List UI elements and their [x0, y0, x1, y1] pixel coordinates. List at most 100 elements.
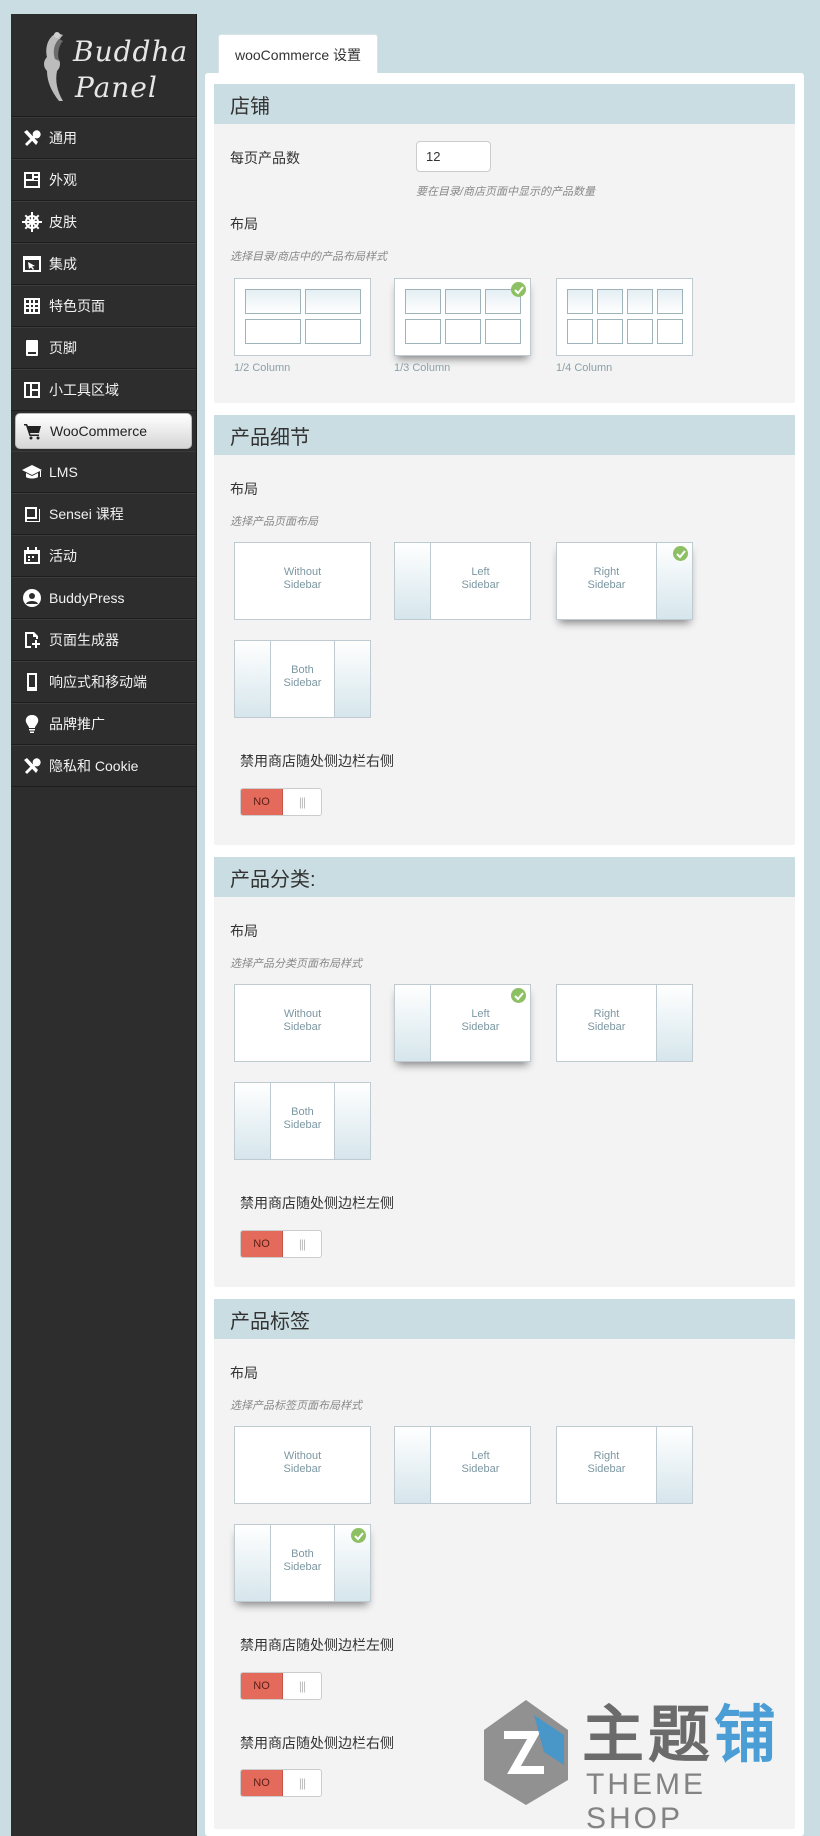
sidebar-item-label: 通用: [49, 130, 77, 146]
sidebar-item-privacy[interactable]: 隐私和 Cookie: [11, 745, 196, 787]
sidebar-item-label: LMS: [49, 464, 78, 480]
sidebar-item-woocommerce[interactable]: WooCommerce: [15, 413, 192, 449]
sidebar-item-integration[interactable]: 集成: [11, 243, 196, 285]
selected-check-icon: [511, 988, 526, 1003]
selected-check-icon: [511, 282, 526, 297]
sidebar-item-label: 隐私和 Cookie: [49, 758, 139, 774]
buddha-logo-icon: [44, 32, 63, 101]
sidebar-item-label: 品牌推广: [49, 716, 105, 732]
layout-left-sidebar[interactable]: Left Sidebar: [394, 542, 531, 620]
layout-third-column[interactable]: [394, 278, 531, 356]
buddypress-icon: [21, 587, 43, 609]
tab-woocommerce-settings[interactable]: wooCommerce 设置: [218, 34, 378, 74]
layout-quarter-column[interactable]: [556, 278, 693, 356]
watermark-en: THEME SHOP: [586, 1768, 706, 1835]
per-page-input[interactable]: [416, 141, 491, 172]
watermark-cn: 主题铺: [582, 1701, 781, 1770]
page-builder-icon: [21, 629, 43, 651]
sidebar-item-responsive[interactable]: 响应式和移动端: [11, 661, 196, 703]
layout-hint: 选择目录/商店中的产品布局样式: [230, 251, 388, 263]
sidebar-item-sensei[interactable]: Sensei 课程: [11, 493, 196, 535]
layout-without-sidebar[interactable]: Without Sidebar: [234, 542, 371, 620]
sidebar-item-featured-pages[interactable]: 特色页面: [11, 285, 196, 327]
layout-label: 布局: [230, 481, 258, 497]
sidebar-item-label: 特色页面: [49, 298, 105, 314]
sidebar-item-lms[interactable]: LMS: [11, 451, 196, 493]
section-product-category: 产品分类: 布局 选择产品分类页面布局样式 Without Sidebar Lef…: [214, 857, 795, 1287]
settings-panel: 店铺 每页产品数 要在目录/商店页面中显示的产品数量 布局 选择目录/商店中的产…: [205, 73, 804, 1836]
sidebar-item-skin[interactable]: 皮肤: [11, 201, 196, 243]
sidebar-item-label: 响应式和移动端: [49, 674, 147, 690]
layout-right-sidebar[interactable]: Right Sidebar: [556, 984, 693, 1062]
toggle-label: 禁用商店随处侧边栏左侧: [240, 1195, 394, 1211]
sidebar: Buddha Panel 通用 外观 皮肤 集成 特色页面 页脚 小工具区域 W…: [11, 14, 197, 1836]
widgets-icon: [21, 379, 43, 401]
disable-sidebar-right-toggle[interactable]: NO |||: [240, 1769, 322, 1797]
sidebar-item-general[interactable]: 通用: [11, 117, 196, 159]
disable-sidebar-right-toggle[interactable]: NO |||: [240, 788, 322, 816]
sidebar-item-label: 活动: [49, 548, 77, 564]
sidebar-item-label: 集成: [49, 256, 77, 272]
watermark: 主题铺 THEME SHOP: [474, 1680, 814, 1835]
logo-line1: Buddha: [73, 35, 189, 68]
toggle-grip-icon: |||: [298, 1776, 306, 1790]
layout-caption: 1/4 Column: [556, 362, 613, 374]
sidebar-item-branding[interactable]: 品牌推广: [11, 703, 196, 745]
sidebar-item-label: 皮肤: [49, 214, 77, 230]
window-icon: [21, 253, 43, 275]
layout-hint: 选择产品页面布局: [230, 516, 318, 528]
grid-icon: [21, 295, 43, 317]
layout-without-sidebar[interactable]: Without Sidebar: [234, 1426, 371, 1504]
layout-both-sidebar[interactable]: Both Sidebar: [234, 640, 371, 718]
toggle-label: 禁用商店随处侧边栏右侧: [240, 753, 394, 769]
layout-icon: [21, 169, 43, 191]
sidebar-item-buddypress[interactable]: BuddyPress: [11, 577, 196, 619]
layout-caption: 1/3 Column: [394, 362, 451, 374]
cart-icon: [22, 420, 44, 442]
layout-left-sidebar[interactable]: Left Sidebar: [394, 984, 531, 1062]
sidebar-item-appearance[interactable]: 外观: [11, 159, 196, 201]
layout-caption: 1/2 Column: [234, 362, 291, 374]
toggle-grip-icon: |||: [298, 1679, 306, 1693]
layout-both-sidebar[interactable]: Both Sidebar: [234, 1082, 371, 1160]
watermark-logo-icon: [484, 1700, 568, 1805]
sidebar-item-label: 小工具区域: [49, 382, 119, 398]
ship-wheel-icon: [21, 211, 43, 233]
section-product-detail: 产品细节 布局 选择产品页面布局 Without Sidebar Left Side…: [214, 415, 795, 845]
toggle-label: 禁用商店随处侧边栏左侧: [240, 1637, 394, 1653]
logo-text: Buddha Panel: [73, 34, 188, 106]
sidebar-item-widget-areas[interactable]: 小工具区域: [11, 369, 196, 411]
disable-sidebar-left-toggle[interactable]: NO |||: [240, 1672, 322, 1700]
layout-right-sidebar[interactable]: Right Sidebar: [556, 1426, 693, 1504]
graduation-cap-icon: [21, 461, 43, 483]
layout-label: 布局: [230, 216, 258, 232]
layout-half-column[interactable]: [234, 278, 371, 356]
layout-both-sidebar[interactable]: Both Sidebar: [234, 1524, 371, 1602]
layout-hint: 选择产品分类页面布局样式: [230, 958, 362, 970]
calendar-icon: [21, 545, 43, 567]
mobile-icon: [21, 671, 43, 693]
layout-right-sidebar[interactable]: Right Sidebar: [556, 542, 693, 620]
layout-without-sidebar[interactable]: Without Sidebar: [234, 984, 371, 1062]
per-page-hint: 要在目录/商店页面中显示的产品数量: [416, 186, 596, 198]
sidebar-item-events[interactable]: 活动: [11, 535, 196, 577]
sidebar-item-label: WooCommerce: [50, 423, 147, 439]
selected-check-icon: [673, 546, 688, 561]
sidebar-item-footer[interactable]: 页脚: [11, 327, 196, 369]
toggle-grip-icon: |||: [298, 795, 306, 809]
logo-line2: Panel: [75, 71, 158, 104]
sidebar-item-page-builder[interactable]: 页面生成器: [11, 619, 196, 661]
sidebar-item-label: 页脚: [49, 340, 77, 356]
section-shop: 店铺 每页产品数 要在目录/商店页面中显示的产品数量 布局 选择目录/商店中的产…: [214, 84, 795, 403]
layout-label: 布局: [230, 1365, 258, 1381]
per-page-label: 每页产品数: [230, 150, 300, 166]
logo: Buddha Panel: [11, 14, 196, 117]
section-title: 产品分类:: [214, 857, 795, 897]
section-title: 产品细节: [214, 415, 795, 455]
sidebar-item-label: Sensei 课程: [49, 506, 124, 522]
disable-sidebar-left-toggle[interactable]: NO |||: [240, 1230, 322, 1258]
book-icon: [21, 503, 43, 525]
layout-left-sidebar[interactable]: Left Sidebar: [394, 1426, 531, 1504]
section-title: 产品标签: [214, 1299, 795, 1339]
layout-label: 布局: [230, 923, 258, 939]
